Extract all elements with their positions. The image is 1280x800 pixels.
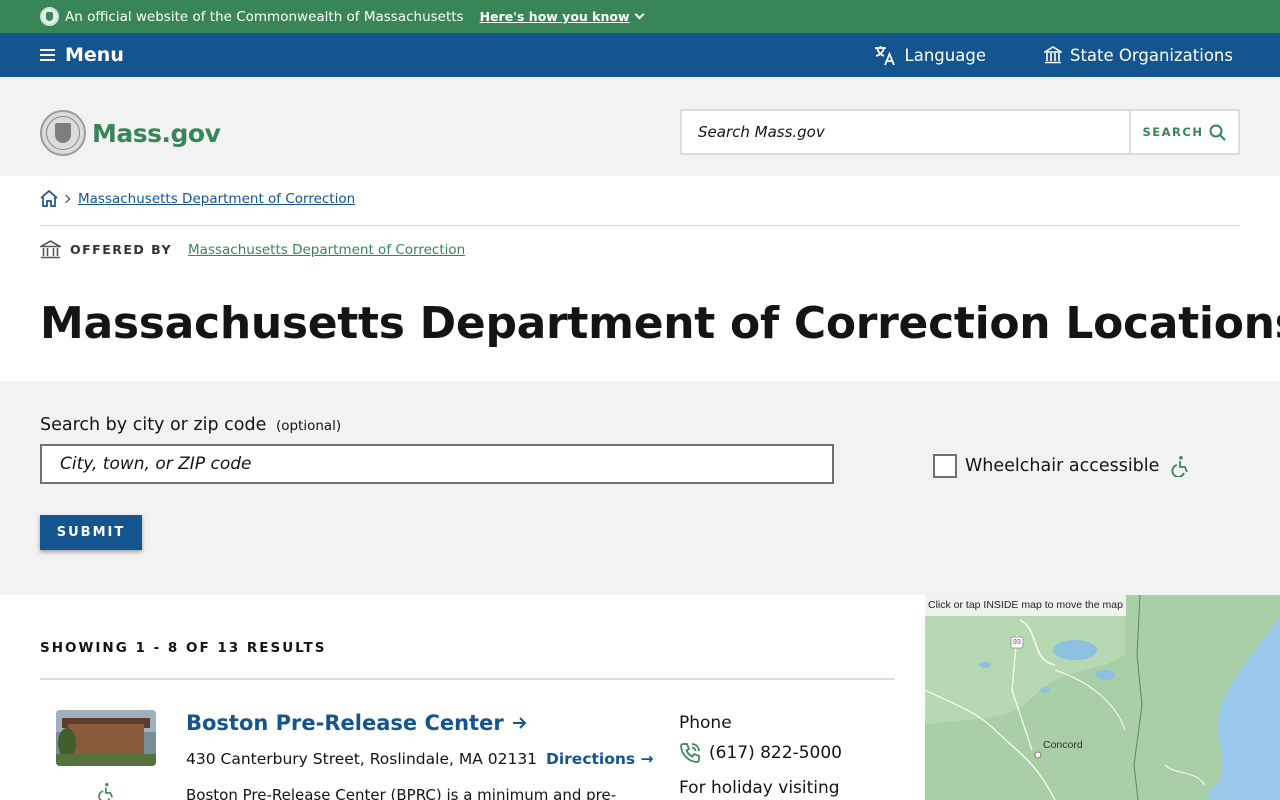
results-count: SHOWING 1 - 8 OF 13 RESULTS [40, 640, 327, 656]
state-seal-icon [40, 110, 86, 156]
utility-nav: Menu Language State Organizations [0, 33, 1280, 77]
offered-by: OFFERED BY Massachusetts Department of C… [40, 240, 465, 259]
locations-map[interactable]: Click or tap INSIDE map to move the map … [925, 595, 1280, 800]
wheelchair-checkbox[interactable] [933, 454, 957, 478]
breadcrumb-link-doc[interactable]: Massachusetts Department of Correction [78, 191, 355, 207]
holiday-visiting-label: For holiday visiting [679, 778, 840, 798]
site-search-button[interactable]: SEARCH [1129, 111, 1238, 153]
wheelchair-filter[interactable]: Wheelchair accessible [933, 454, 1189, 478]
chevron-down-icon [634, 9, 644, 20]
state-organizations-label: State Organizations [1069, 45, 1233, 65]
heres-how-you-know-button[interactable]: Here's how you know [479, 9, 644, 24]
map-terrain [925, 595, 1280, 800]
directions-label: Directions [545, 750, 636, 768]
map-label-concord: Concord [1043, 739, 1083, 751]
filter-label: Search by city or zip code (optional) [40, 415, 341, 435]
building-icon [40, 240, 61, 259]
menu-label: Menu [65, 44, 124, 66]
page-title: Massachusetts Department of Correction L… [40, 298, 1280, 349]
phone-icon [680, 743, 700, 763]
site-search-input[interactable] [682, 111, 1129, 153]
logo-text: Mass.gov [92, 118, 221, 148]
offered-by-label: OFFERED BY [70, 242, 173, 257]
site-search: SEARCH [680, 109, 1240, 155]
location-title-link[interactable]: Boston Pre-Release Center [186, 711, 528, 735]
location-search-input[interactable] [40, 444, 834, 484]
location-title: Boston Pre-Release Center [186, 711, 504, 735]
location-image [56, 710, 156, 766]
wheelchair-icon [98, 783, 113, 800]
hamburger-icon [40, 49, 55, 61]
state-organizations-button[interactable]: State Organizations [1043, 45, 1233, 65]
arrow-right-icon: → [640, 750, 654, 768]
divider [40, 678, 895, 680]
breadcrumb-separator-icon [61, 194, 71, 203]
building-icon [1043, 46, 1062, 64]
wheelchair-icon [1171, 456, 1189, 477]
official-site-text: An official website of the Commonwealth … [65, 8, 464, 25]
optional-label: (optional) [275, 418, 342, 434]
wheelchair-label: Wheelchair accessible [965, 456, 1160, 476]
phone-number: (617) 822-5000 [709, 743, 842, 763]
offered-by-link[interactable]: Massachusetts Department of Correction [188, 242, 465, 258]
phone-link[interactable]: (617) 822-5000 [679, 742, 842, 764]
menu-button[interactable]: Menu [40, 44, 124, 66]
home-icon[interactable] [40, 190, 58, 207]
search-button-label: SEARCH [1142, 125, 1204, 139]
mass-gov-logo[interactable]: Mass.gov [40, 110, 221, 156]
map-instruction: Click or tap INSIDE map to move the map [925, 595, 1126, 616]
map-label-highway: 93 [1013, 639, 1021, 646]
search-icon [1209, 124, 1227, 141]
directions-link[interactable]: Directions → [546, 750, 654, 768]
location-filter: Search by city or zip code (optional) Wh… [0, 381, 1280, 595]
language-button[interactable]: Language [873, 44, 986, 66]
address-text: 430 Canterbury Street, Roslindale, MA 02… [186, 750, 538, 768]
language-label: Language [904, 45, 986, 65]
arrow-right-icon [512, 717, 527, 729]
heres-how-you-know-label: Here's how you know [479, 9, 630, 24]
submit-button[interactable]: SUBMIT [40, 515, 142, 550]
translate-icon [874, 46, 895, 66]
divider [40, 225, 1240, 226]
location-address: 430 Canterbury Street, Roslindale, MA 02… [186, 750, 654, 768]
filter-label-text: Search by city or zip code [40, 415, 267, 435]
state-seal-icon [40, 7, 59, 26]
breadcrumb: Massachusetts Department of Correction [40, 190, 355, 207]
location-description: Boston Pre-Release Center (BPRC) is a mi… [186, 786, 617, 800]
phone-label: Phone [679, 713, 732, 733]
official-site-banner: An official website of the Commonwealth … [0, 0, 1280, 33]
